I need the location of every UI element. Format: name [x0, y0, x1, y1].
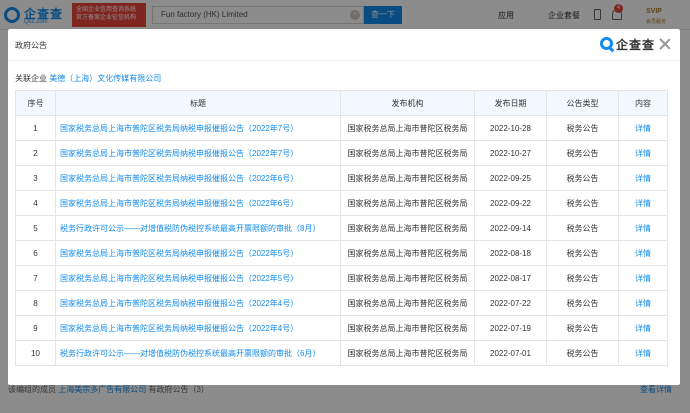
table-row: 10 税务行政许可公示——对增值税防伪税控系统最高开票限额的审批（6月） 国家税…	[15, 340, 668, 366]
notice-type: 税务公告	[546, 165, 619, 191]
notice-title-link[interactable]: 国家税务总局上海市普陀区税务局纳税申报催报公告（2022年7号）	[55, 140, 341, 166]
qcc-brand-icon	[600, 37, 613, 50]
row-number: 9	[15, 315, 56, 341]
detail-link[interactable]: 详情	[618, 265, 668, 291]
detail-link[interactable]: 详情	[618, 340, 668, 366]
notice-title-link[interactable]: 国家税务总局上海市普陀区税务局纳税申报催报公告（2022年4号）	[55, 290, 341, 316]
publish-date: 2022-07-19	[474, 315, 547, 341]
detail-link[interactable]: 详情	[618, 240, 668, 266]
notice-type: 税务公告	[546, 315, 619, 341]
modal-header: 政府公告 企查查	[8, 29, 680, 61]
publish-date: 2022-07-01	[474, 340, 547, 366]
publishing-org: 国家税务总局上海市普陀区税务局	[340, 190, 475, 216]
publish-date: 2022-09-22	[474, 190, 547, 216]
detail-link[interactable]: 详情	[618, 115, 668, 141]
publish-date: 2022-08-17	[474, 265, 547, 291]
row-number: 10	[15, 340, 56, 366]
table-row: 4 国家税务总局上海市普陀区税务局纳税申报催报公告（2022年6号） 国家税务总…	[15, 190, 668, 216]
notice-title-link[interactable]: 国家税务总局上海市普陀区税务局纳税申报催报公告（2022年7号）	[55, 115, 341, 141]
detail-link[interactable]: 详情	[618, 190, 668, 216]
related-label: 关联企业	[15, 74, 47, 83]
notice-title-link[interactable]: 国家税务总局上海市普陀区税务局纳税申报催报公告（2022年4号）	[55, 315, 341, 341]
publishing-org: 国家税务总局上海市普陀区税务局	[340, 165, 475, 191]
row-number: 7	[15, 265, 56, 291]
notice-title-link[interactable]: 国家税务总局上海市普陀区税务局纳税申报催报公告（2022年5号）	[55, 265, 341, 291]
table-row: 7 国家税务总局上海市普陀区税务局纳税申报催报公告（2022年5号） 国家税务总…	[15, 265, 668, 291]
detail-link[interactable]: 详情	[618, 215, 668, 241]
publish-date: 2022-10-27	[474, 140, 547, 166]
publishing-org: 国家税务总局上海市普陀区税务局	[340, 115, 475, 141]
publishing-org: 国家税务总局上海市普陀区税务局	[340, 315, 475, 341]
publishing-org: 国家税务总局上海市普陀区税务局	[340, 215, 475, 241]
modal-title: 政府公告	[15, 41, 47, 50]
row-number: 1	[15, 115, 56, 141]
government-notice-modal: 政府公告 企查查 关联企业 美德（上海）文化传媒有限公司 序号 标题 发布机构 …	[8, 29, 680, 385]
row-number: 6	[15, 240, 56, 266]
row-number: 5	[15, 215, 56, 241]
detail-link[interactable]: 详情	[618, 315, 668, 341]
row-number: 4	[15, 190, 56, 216]
notice-type: 税务公告	[546, 215, 619, 241]
publish-date: 2022-10-28	[474, 115, 547, 141]
table-row: 2 国家税务总局上海市普陀区税务局纳税申报催报公告（2022年7号） 国家税务总…	[15, 140, 668, 166]
publish-date: 2022-08-18	[474, 240, 547, 266]
publishing-org: 国家税务总局上海市普陀区税务局	[340, 340, 475, 366]
table-header-row: 序号 标题 发布机构 发布日期 公告类型 内容	[15, 90, 668, 116]
notice-type: 税务公告	[546, 290, 619, 316]
table-row: 6 国家税务总局上海市普陀区税务局纳税申报催报公告（2022年5号） 国家税务总…	[15, 240, 668, 266]
notice-type: 税务公告	[546, 265, 619, 291]
notice-type: 税务公告	[546, 140, 619, 166]
publishing-org: 国家税务总局上海市普陀区税务局	[340, 265, 475, 291]
notice-title-link[interactable]: 税务行政许可公示——对增值税防伪税控系统最高开票限额的审批（6月）	[55, 340, 341, 366]
column-header-content: 内容	[618, 90, 668, 116]
detail-link[interactable]: 详情	[618, 140, 668, 166]
table-row: 5 税务行政许可公示——对增值税防伪税控系统最高开票限额的审批（8月） 国家税务…	[15, 215, 668, 241]
table-row: 1 国家税务总局上海市普陀区税务局纳税申报催报公告（2022年7号） 国家税务总…	[15, 115, 668, 141]
table-row: 3 国家税务总局上海市普陀区税务局纳税申报催报公告（2022年6号） 国家税务总…	[15, 165, 668, 191]
publish-date: 2022-09-25	[474, 165, 547, 191]
notice-title-link[interactable]: 国家税务总局上海市普陀区税务局纳税申报催报公告（2022年5号）	[55, 240, 341, 266]
column-header-org: 发布机构	[340, 90, 475, 116]
publish-date: 2022-09-14	[474, 215, 547, 241]
notice-title-link[interactable]: 国家税务总局上海市普陀区税务局纳税申报催报公告（2022年6号）	[55, 190, 341, 216]
row-number: 3	[15, 165, 56, 191]
close-icon[interactable]	[658, 37, 672, 51]
notice-type: 税务公告	[546, 190, 619, 216]
detail-link[interactable]: 详情	[618, 165, 668, 191]
notice-title-link[interactable]: 税务行政许可公示——对增值税防伪税控系统最高开票限额的审批（8月）	[55, 215, 341, 241]
column-header-type: 公告类型	[546, 90, 619, 116]
government-notice-table: 序号 标题 发布机构 发布日期 公告类型 内容 1 国家税务总局上海市普陀区税务…	[15, 90, 668, 366]
related-company-link[interactable]: 美德（上海）文化传媒有限公司	[49, 74, 161, 83]
detail-link[interactable]: 详情	[618, 290, 668, 316]
column-header-no: 序号	[15, 90, 56, 116]
row-number: 8	[15, 290, 56, 316]
publishing-org: 国家税务总局上海市普陀区税务局	[340, 290, 475, 316]
publish-date: 2022-07-22	[474, 290, 547, 316]
related-company: 关联企业 美德（上海）文化传媒有限公司	[15, 73, 161, 84]
publishing-org: 国家税务总局上海市普陀区税务局	[340, 240, 475, 266]
row-number: 2	[15, 140, 56, 166]
table-row: 9 国家税务总局上海市普陀区税务局纳税申报催报公告（2022年4号） 国家税务总…	[15, 315, 668, 341]
notice-type: 税务公告	[546, 115, 619, 141]
notice-type: 税务公告	[546, 240, 619, 266]
notice-type: 税务公告	[546, 340, 619, 366]
publishing-org: 国家税务总局上海市普陀区税务局	[340, 140, 475, 166]
column-header-title: 标题	[55, 90, 341, 116]
table-row: 8 国家税务总局上海市普陀区税务局纳税申报催报公告（2022年4号） 国家税务总…	[15, 290, 668, 316]
column-header-date: 发布日期	[474, 90, 547, 116]
notice-title-link[interactable]: 国家税务总局上海市普陀区税务局纳税申报催报公告（2022年6号）	[55, 165, 341, 191]
brand-text: 企查查	[616, 38, 656, 52]
